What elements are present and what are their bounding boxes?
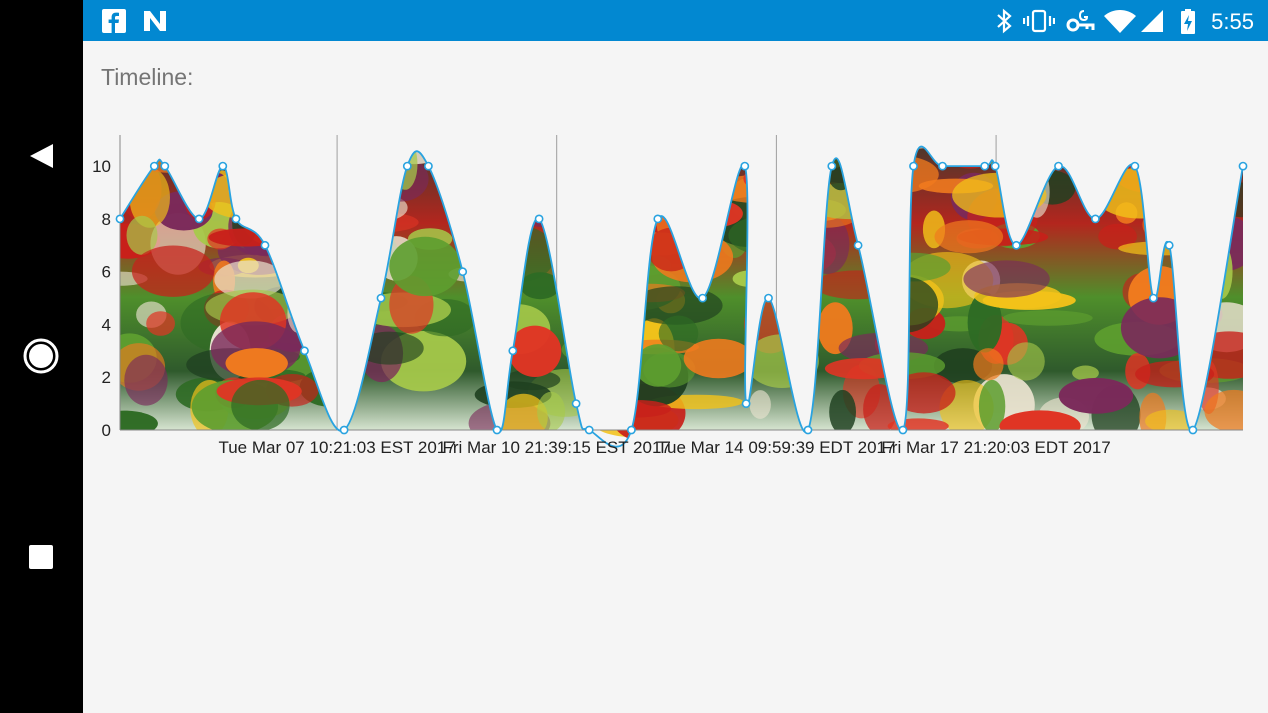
data-point	[990, 161, 1000, 171]
x-tick-label: Tue Mar 07 10:21:03 EST 2017	[218, 438, 455, 457]
news-icon	[144, 11, 166, 31]
data-point	[898, 425, 908, 435]
y-tick-label: 8	[102, 210, 111, 229]
data-point	[1188, 425, 1198, 435]
data-point	[741, 399, 751, 408]
data-point	[160, 161, 170, 171]
data-point	[909, 161, 918, 171]
data-point	[534, 214, 544, 224]
back-triangle-icon	[30, 144, 53, 168]
nav-home-button[interactable]	[0, 326, 83, 386]
data-point	[571, 399, 581, 408]
x-tick-labels: Tue Mar 07 10:21:03 EST 2017Fri Mar 10 2…	[218, 438, 1110, 457]
data-point	[339, 425, 349, 435]
data-point	[402, 161, 412, 171]
data-point	[627, 425, 636, 435]
data-point	[980, 161, 990, 171]
data-point	[231, 214, 241, 224]
data-point	[149, 161, 159, 171]
navigation-bar	[0, 0, 83, 713]
y-tick-label: 2	[102, 368, 111, 387]
y-tick-label: 6	[102, 263, 111, 282]
x-tick-label: Fri Mar 10 21:39:15 EST 2017	[443, 438, 671, 457]
timeline-label: Timeline:	[101, 64, 194, 90]
area-photo-fill	[120, 146, 1243, 445]
x-tick-label: Tue Mar 14 09:59:39 EDT 2017	[657, 438, 895, 457]
data-point	[115, 214, 125, 224]
data-point	[653, 214, 663, 224]
battery-charging-icon	[1181, 9, 1195, 34]
x-tick-label: Fri Mar 17 21:20:03 EDT 2017	[881, 438, 1110, 457]
nav-back-button[interactable]	[0, 126, 83, 186]
y-tick-label: 0	[102, 421, 111, 440]
data-point	[803, 425, 813, 435]
recents-square-icon	[29, 545, 53, 569]
data-point	[1091, 214, 1100, 224]
data-point	[1011, 240, 1021, 250]
data-point	[1054, 161, 1063, 171]
data-point	[1164, 240, 1174, 250]
timeline-chart: 0246810 Tue Mar 07 10:21:03 EST 2017Fri …	[92, 135, 1248, 457]
data-point	[740, 161, 750, 171]
data-point	[938, 161, 947, 171]
status-time: 5:55	[1211, 9, 1254, 34]
y-tick-label: 10	[92, 157, 111, 176]
data-point	[376, 293, 386, 303]
wifi-icon	[1104, 10, 1136, 33]
home-circle-icon	[23, 338, 59, 374]
data-point	[1238, 161, 1248, 171]
bluetooth-icon	[997, 8, 1012, 34]
y-tick-label: 4	[102, 315, 111, 334]
data-point	[423, 161, 433, 171]
data-point	[827, 161, 837, 171]
data-point	[1130, 161, 1140, 171]
facebook-icon	[102, 9, 126, 33]
cell-signal-icon	[1141, 10, 1163, 32]
data-point	[584, 425, 594, 435]
y-tick-labels: 0 2 4 6 8 10	[92, 157, 111, 440]
data-point	[218, 161, 228, 171]
data-point	[458, 267, 468, 277]
data-point	[508, 346, 518, 356]
data-point	[853, 240, 863, 250]
status-bar: 5:55	[83, 0, 1268, 41]
nav-recents-button[interactable]	[0, 527, 83, 587]
vpn-key-icon	[1066, 10, 1095, 32]
data-point	[764, 293, 773, 303]
data-point	[300, 346, 309, 356]
data-point	[492, 425, 502, 435]
data-point	[698, 293, 707, 303]
vibrate-icon	[1023, 9, 1055, 33]
data-point	[194, 214, 204, 224]
data-point	[260, 240, 270, 250]
data-point	[1149, 293, 1158, 303]
